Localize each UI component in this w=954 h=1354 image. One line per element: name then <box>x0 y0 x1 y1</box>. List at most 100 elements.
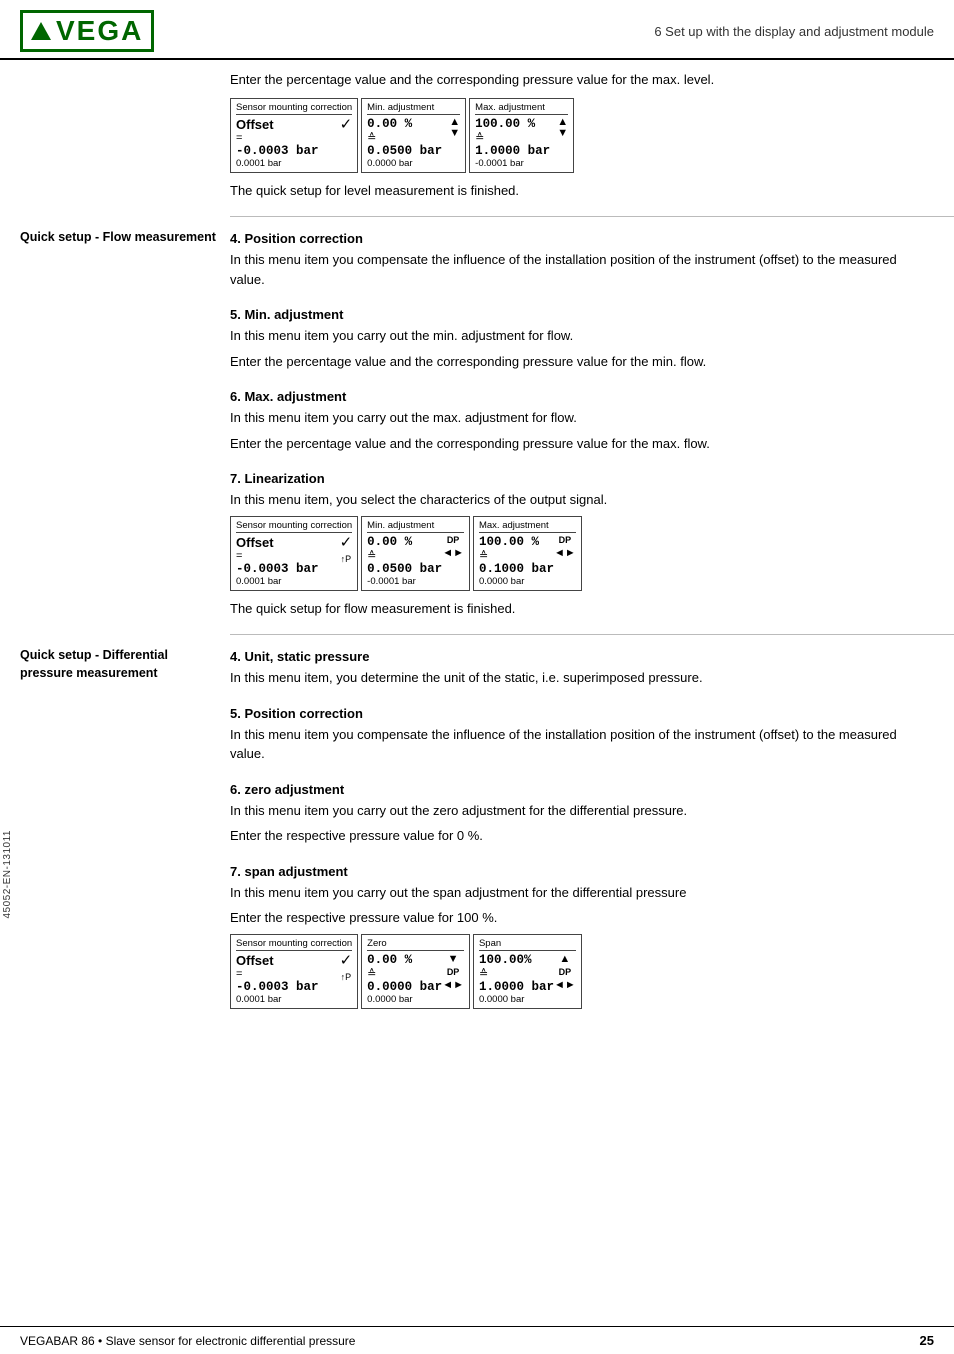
diff-box-1-label: Offset <box>236 953 340 968</box>
diff-box-1-icon-top: ✓ <box>340 953 353 968</box>
diff-box-3-arrow: ▲ <box>559 953 570 965</box>
flow-item6-body1: In this menu item you carry out the max.… <box>230 408 924 428</box>
flow-box-1-icon-bot: ↑P <box>341 554 352 564</box>
diff-item6-body1: In this menu item you carry out the zero… <box>230 801 924 821</box>
flow-box-2-bar: 0.0500 bar <box>367 562 442 576</box>
level-box-3-bar: 1.0000 bar <box>475 144 557 158</box>
level-box-3-pct: 100.00 % <box>475 117 557 131</box>
diff-box-2-arrows: ◄► <box>442 979 464 991</box>
diff-item6-heading: 6. zero adjustment <box>230 782 924 797</box>
diff-box-2-arrow: ▼ <box>448 953 459 965</box>
flow-item6-body2: Enter the percentage value and the corre… <box>230 434 924 454</box>
level-box-3-title: Max. adjustment <box>475 102 568 115</box>
flow-box-3-bar: 0.1000 bar <box>479 562 554 576</box>
level-box-1-val: -0.0003 bar <box>236 144 340 158</box>
diff-box-3-bar: 1.0000 bar <box>479 980 554 994</box>
diff-item6-row: 6. zero adjustment In this menu item you… <box>0 772 954 852</box>
flow-box-2-arrows: ◄► <box>442 547 464 559</box>
level-box-2-title: Min. adjustment <box>367 102 460 115</box>
diff-body-start: 4. Unit, static pressure In this menu it… <box>230 639 954 694</box>
diff-section-start: Quick setup - Differential pressure meas… <box>0 639 954 694</box>
document-id: 45052-EN-131011 <box>2 830 13 919</box>
flow-finished-text: The quick setup for flow measurement is … <box>230 599 924 619</box>
diff-box-2-title: Zero <box>367 938 464 951</box>
flow-box-3: Max. adjustment 100.00 % ≙ 0.1000 bar 0.… <box>473 516 582 591</box>
intro-section: Enter the percentage value and the corre… <box>0 70 954 212</box>
flow-sidebar-label: Quick setup - Flow measurement <box>20 229 220 247</box>
flow-item5-body2: Enter the percentage value and the corre… <box>230 352 924 372</box>
flow-box-1-label: Offset <box>236 535 340 550</box>
level-box-3-icon-top: ▲▼ <box>557 117 568 139</box>
flow-box-2-dp: DP <box>447 535 460 545</box>
diff-sidebar-label: Quick setup - Differential pressure meas… <box>20 647 220 682</box>
intro-text: Enter the percentage value and the corre… <box>230 70 924 90</box>
page-footer: VEGABAR 86 • Slave sensor for electronic… <box>0 1326 954 1354</box>
flow-box-2-pct: 0.00 % <box>367 535 442 549</box>
level-box-1-label: Offset <box>236 117 340 132</box>
level-box-1-eq: = <box>236 132 340 144</box>
flow-sensor-boxes: Sensor mounting correction Offset = -0.0… <box>230 516 924 591</box>
diff-box-3-dp: DP <box>559 967 572 977</box>
diff-box-1-icon-bot: ↑P <box>341 972 352 982</box>
diff-box-1-sub: 0.0001 bar <box>236 994 340 1005</box>
level-box-2-bar: 0.0500 bar <box>367 144 449 158</box>
diff-sensor-boxes: Sensor mounting correction Offset = -0.0… <box>230 934 924 1009</box>
flow-box-3-arrows: ◄► <box>554 547 576 559</box>
diff-box-2: Zero 0.00 % ≙ 0.0000 bar 0.0000 bar ▼ DP… <box>361 934 470 1009</box>
level-box-2-eq: ≙ <box>367 131 449 144</box>
level-box-3: Max. adjustment 100.00 % ≙ 1.0000 bar -0… <box>469 98 574 173</box>
diff-item4-heading: 4. Unit, static pressure <box>230 649 924 664</box>
flow-item5-row: 5. Min. adjustment In this menu item you… <box>0 297 954 377</box>
flow-box-1-sub: 0.0001 bar <box>236 576 340 587</box>
diff-item7-body1: In this menu item you carry out the span… <box>230 883 924 903</box>
level-box-2-sub: 0.0000 bar <box>367 158 449 169</box>
flow-item7-body1: In this menu item, you select the charac… <box>230 490 924 510</box>
level-box-1-icon: ✓ <box>340 117 353 132</box>
flow-box-1-val: -0.0003 bar <box>236 562 340 576</box>
flow-item5-heading: 5. Min. adjustment <box>230 307 924 322</box>
diff-box-3-pct: 100.00% <box>479 953 554 967</box>
level-box-1-title: Sensor mounting correction <box>236 102 352 115</box>
diff-box-2-pct: 0.00 % <box>367 953 442 967</box>
level-box-2-pct: 0.00 % <box>367 117 449 131</box>
level-sensor-boxes: Sensor mounting correction Offset = -0.0… <box>230 98 924 173</box>
diff-box-2-bar: 0.0000 bar <box>367 980 442 994</box>
diff-item7-heading: 7. span adjustment <box>230 864 924 879</box>
flow-box-3-dp: DP <box>559 535 572 545</box>
diff-box-3-title: Span <box>479 938 576 951</box>
page-header: VEGA 6 Set up with the display and adjus… <box>0 0 954 60</box>
footer-text: VEGABAR 86 • Slave sensor for electronic… <box>20 1334 355 1348</box>
flow-box-2-title: Min. adjustment <box>367 520 464 533</box>
diff-sidebar-label-cell: Quick setup - Differential pressure meas… <box>0 639 230 694</box>
level-box-2: Min. adjustment 0.00 % ≙ 0.0500 bar 0.00… <box>361 98 466 173</box>
flow-item4-heading: 4. Position correction <box>230 231 924 246</box>
flow-box-1-title: Sensor mounting correction <box>236 520 352 533</box>
logo-text: VEGA <box>56 15 143 47</box>
diff-box-1-title: Sensor mounting correction <box>236 938 352 951</box>
flow-box-3-pct: 100.00 % <box>479 535 554 549</box>
level-box-1: Sensor mounting correction Offset = -0.0… <box>230 98 358 173</box>
level-box-2-icon-top: ▲▼ <box>449 117 460 139</box>
flow-body-start: 4. Position correction In this menu item… <box>230 221 954 295</box>
flow-item7-heading: 7. Linearization <box>230 471 924 486</box>
intro-sidebar <box>0 70 230 212</box>
level-finished-text: The quick setup for level measurement is… <box>230 181 924 201</box>
diff-box-2-dp: DP <box>447 967 460 977</box>
flow-item7-row: 7. Linearization In this menu item, you … <box>0 461 954 630</box>
level-box-3-eq: ≙ <box>475 131 557 144</box>
flow-sidebar-label-cell: Quick setup - Flow measurement <box>0 221 230 295</box>
flow-box-2: Min. adjustment 0.00 % ≙ 0.0500 bar -0.0… <box>361 516 470 591</box>
level-box-1-sub: 0.0001 bar <box>236 158 340 169</box>
diff-box-2-sub: 0.0000 bar <box>367 994 442 1005</box>
chapter-title: 6 Set up with the display and adjustment… <box>654 24 934 39</box>
page-number: 25 <box>920 1333 934 1348</box>
diff-box-3: Span 100.00% ≙ 1.0000 bar 0.0000 bar ▲ D… <box>473 934 582 1009</box>
diff-item4-body: In this menu item, you determine the uni… <box>230 668 924 688</box>
flow-section-start: Quick setup - Flow measurement 4. Positi… <box>0 221 954 295</box>
flow-item4-body: In this menu item you compensate the inf… <box>230 250 924 289</box>
diff-item5-heading: 5. Position correction <box>230 706 924 721</box>
diff-item5-body: In this menu item you compensate the inf… <box>230 725 924 764</box>
flow-box-2-sub: -0.0001 bar <box>367 576 442 587</box>
diff-item6-body2: Enter the respective pressure value for … <box>230 826 924 846</box>
intro-body: Enter the percentage value and the corre… <box>230 70 954 212</box>
